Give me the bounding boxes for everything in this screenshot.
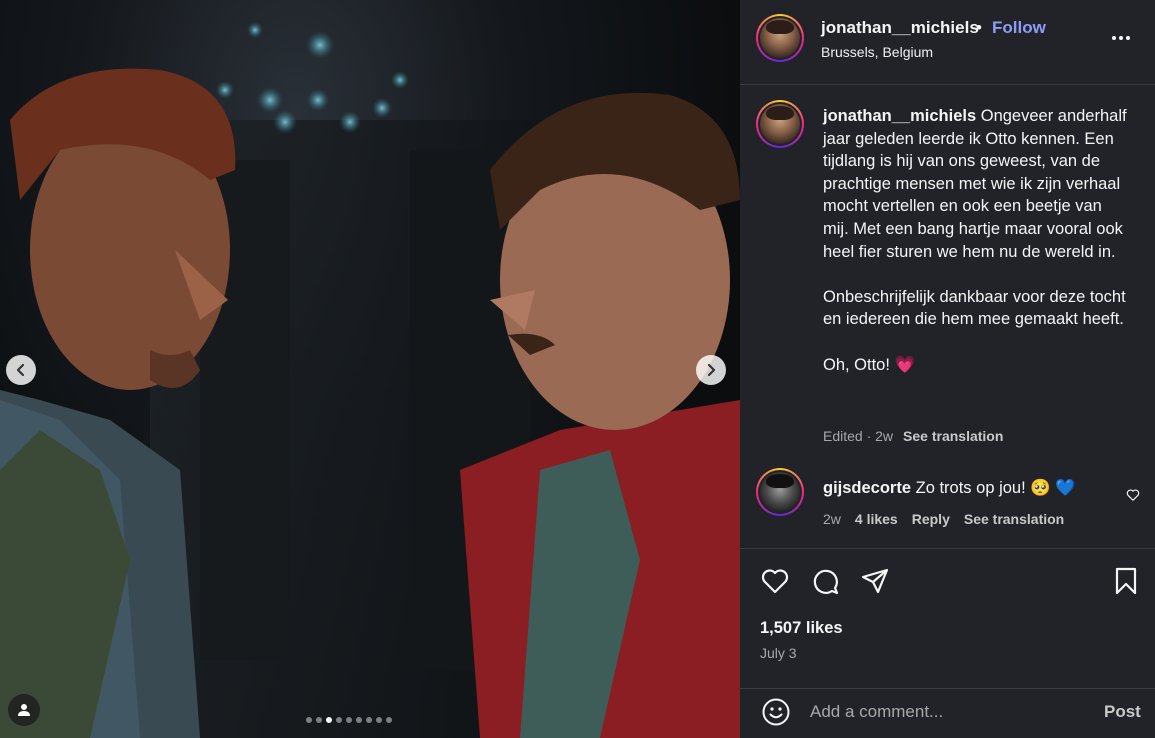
carousel-dot (356, 717, 362, 723)
post-actions: 1,507 likes July 3 (740, 548, 1155, 688)
user-icon (18, 704, 30, 716)
commenter-avatar[interactable] (756, 468, 804, 516)
carousel-dot (376, 717, 382, 723)
carousel-dot (366, 717, 372, 723)
comment-item: gijsdecorte Zo trots op jou! 🥺 💙 2w 4 li… (740, 468, 1155, 528)
previous-slide-button[interactable] (6, 355, 36, 385)
see-translation-link[interactable]: See translation (903, 428, 1003, 444)
comment-see-translation-link[interactable]: See translation (964, 511, 1064, 527)
post-side-panel: jonathan__michiels • Follow Brussels, Be… (740, 0, 1155, 738)
add-comment-input[interactable] (810, 699, 1090, 725)
more-options-icon[interactable] (1112, 30, 1134, 46)
post-header: jonathan__michiels • Follow Brussels, Be… (740, 0, 1155, 85)
carousel-dot (386, 717, 392, 723)
caption-body: Ongeveer anderhalf jaar geleden leerde i… (823, 107, 1127, 374)
post-comment-button[interactable]: Post (1104, 702, 1141, 722)
edited-timestamp: Edited · 2w (823, 428, 894, 444)
carousel-dot (336, 717, 342, 723)
follow-button[interactable]: Follow (992, 18, 1046, 38)
comment-icon[interactable] (810, 566, 840, 596)
chevron-left-icon (16, 363, 25, 377)
chevron-right-icon (707, 363, 716, 377)
comment-text: gijsdecorte Zo trots op jou! 🥺 💙 (823, 479, 1076, 498)
post-location[interactable]: Brussels, Belgium (821, 44, 933, 60)
comment-age: 2w (823, 511, 841, 527)
carousel-dot (316, 717, 322, 723)
reply-button[interactable]: Reply (912, 511, 950, 527)
caption-text: jonathan__michiels Ongeveer anderhalf ja… (823, 105, 1128, 376)
comment-meta: 2w 4 likes Reply See translation (823, 511, 1064, 527)
comment-composer: Post (740, 688, 1155, 738)
author-avatar[interactable] (756, 14, 804, 62)
commenter-username[interactable]: gijsdecorte (823, 479, 911, 497)
post-photo (0, 22, 740, 738)
carousel-indicator (306, 717, 392, 723)
caption-username[interactable]: jonathan__michiels (823, 107, 976, 125)
tagged-users-button[interactable] (8, 694, 40, 726)
separator-dot: • (976, 18, 982, 37)
post-date[interactable]: July 3 (760, 645, 797, 661)
carousel-dot (306, 717, 312, 723)
emoji-icon[interactable] (761, 697, 791, 727)
caption-meta: Edited · 2w See translation (823, 428, 1003, 444)
comment-like-heart-icon[interactable] (1126, 488, 1140, 502)
comment-body: Zo trots op jou! 🥺 (915, 479, 1056, 497)
bookmark-icon[interactable] (1111, 566, 1141, 596)
share-icon[interactable] (860, 566, 890, 596)
blue-heart-emoji: 💙 (1055, 479, 1076, 497)
comment-likes-link[interactable]: 4 likes (855, 511, 898, 527)
carousel-dot (346, 717, 352, 723)
post-media (0, 0, 740, 738)
carousel-dot (326, 717, 332, 723)
next-slide-button[interactable] (696, 355, 726, 385)
pink-heart-emoji: 💗 (894, 355, 916, 374)
likes-count[interactable]: 1,507 likes (760, 619, 843, 638)
heart-icon[interactable] (760, 566, 790, 596)
caption-author-avatar[interactable] (756, 100, 804, 148)
author-username[interactable]: jonathan__michiels (821, 18, 979, 38)
